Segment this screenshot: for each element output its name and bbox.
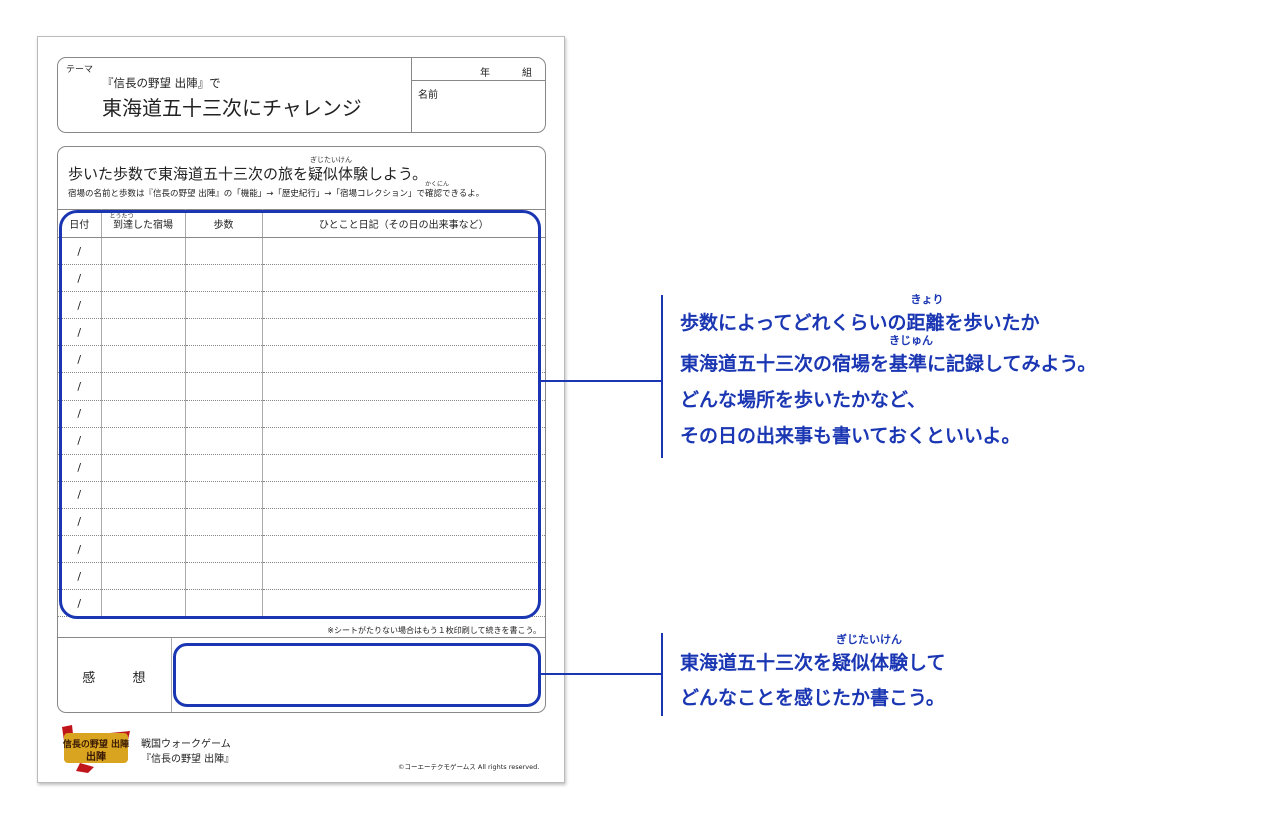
impressions-callout-bar: [661, 633, 663, 716]
desc-ruby-group: かくにん 確認: [424, 181, 449, 199]
class-label: 組: [522, 68, 532, 79]
log-line1-a: 歩数によってどれくらいの: [680, 312, 907, 334]
desc-ruby-word: 確認: [424, 189, 442, 199]
name-label: 名前: [418, 90, 438, 101]
log-line1-ruby-word: 距離: [906, 312, 945, 334]
desc-text-suffix: できるよ。: [441, 189, 485, 199]
imp-callout-line-2: どんなことを感じたか書こう。: [680, 687, 945, 709]
log-callout-bar: [661, 295, 663, 458]
class-row: 年 組: [412, 58, 545, 81]
impressions-highlight: [173, 643, 541, 707]
class-name-box: 年 組 名前: [411, 58, 545, 132]
log-connector-line: [541, 380, 662, 382]
grade-label: 年: [480, 68, 490, 79]
theme-subtitle: 『信長の野望 出陣』で: [102, 76, 221, 90]
logo-lettering: 信長の野望 出陣: [63, 738, 129, 750]
imp-line1-a: 東海道五十三次を: [680, 652, 833, 674]
theme-header: テーマ 『信長の野望 出陣』で 東海道五十三次にチャレンジ 年 組 名前: [57, 57, 546, 133]
title-text-prefix: 歩いた歩数で東海道五十三次の旅を: [68, 165, 309, 183]
imp-line1-ruby-word: 疑似体験: [832, 652, 909, 674]
footer-line-2: 『信長の野望 出陣』: [141, 754, 235, 765]
title-ruby-word: 疑似体験: [308, 165, 369, 183]
theme-title: 東海道五十三次にチャレンジ: [102, 96, 362, 120]
log-line1-ruby-group: きょり 距離: [906, 293, 945, 335]
title-text-suffix: しよう。: [368, 165, 428, 183]
log-line1-ruby: きょり: [910, 293, 944, 306]
log-line2-ruby-word: 基準: [889, 353, 928, 375]
svg-text:出陣: 出陣: [86, 750, 106, 763]
walk-log-highlight: [59, 210, 541, 619]
desc-ruby: かくにん: [424, 181, 449, 188]
footer-line-1: 戦国ウォークゲーム: [141, 739, 231, 750]
log-callout-line-2: 東海道五十三次の宿場を きじゅん 基準に記録してみよう。: [680, 334, 1097, 376]
log-line2-b: に記録してみよう。: [927, 353, 1097, 375]
imp-line1-ruby: ぎじたいけん: [836, 633, 903, 646]
imp-callout-line-1: 東海道五十三次を ぎじたいけん疑似体験して: [680, 633, 946, 675]
impressions-label: 感想: [58, 638, 172, 712]
log-callout-line-4: その日の出来事も書いておくといいよ。: [680, 425, 1021, 447]
log-line2-ruby: きじゅん: [889, 334, 934, 347]
imp-line1-b: して: [908, 652, 946, 674]
walk-log-description: 宿場の名前と歩数は『信長の野望 出陣』の「機能」→「歴史紀行」→「宿場コレクショ…: [68, 181, 485, 199]
log-callout-line-1: 歩数によってどれくらいの きょり距離を歩いたか: [680, 293, 1040, 335]
walk-log-title: 歩いた歩数で東海道五十三次の旅を ぎじたいけん 疑似体験しよう。: [68, 156, 428, 184]
theme-label: テーマ: [66, 65, 94, 75]
log-line2-ruby-group: きじゅん 基準: [889, 334, 933, 376]
log-line2-a: 東海道五十三次の宿場を: [680, 353, 890, 375]
copyright-notice: ©コーエーテクモゲームス All rights reserved.: [398, 763, 540, 771]
footer-game-name: 戦国ウォークゲーム 『信長の野望 出陣』: [141, 737, 234, 767]
extra-sheet-note: ※シートがたりない場合はもう１枚印刷して続きを書こう。: [327, 626, 541, 635]
nobunaga-logo-image: 信長の野望 出陣 出陣: [62, 725, 130, 773]
title-ruby-group: ぎじたいけん 疑似体験: [308, 156, 369, 184]
impressions-connector-line: [541, 673, 662, 675]
title-ruby: ぎじたいけん: [310, 156, 353, 164]
log-line1-b: を歩いたか: [944, 312, 1040, 334]
desc-text-prefix: 宿場の名前と歩数は『信長の野望 出陣』の「機能」→「歴史紀行」→「宿場コレクショ…: [68, 189, 425, 199]
log-callout-line-3: どんな場所を歩いたかなど、: [680, 389, 927, 411]
impressions-char-2: 想: [132, 671, 147, 686]
impressions-char-1: 感: [82, 671, 97, 686]
imp-line1-ruby-group: ぎじたいけん疑似体験: [832, 633, 909, 675]
